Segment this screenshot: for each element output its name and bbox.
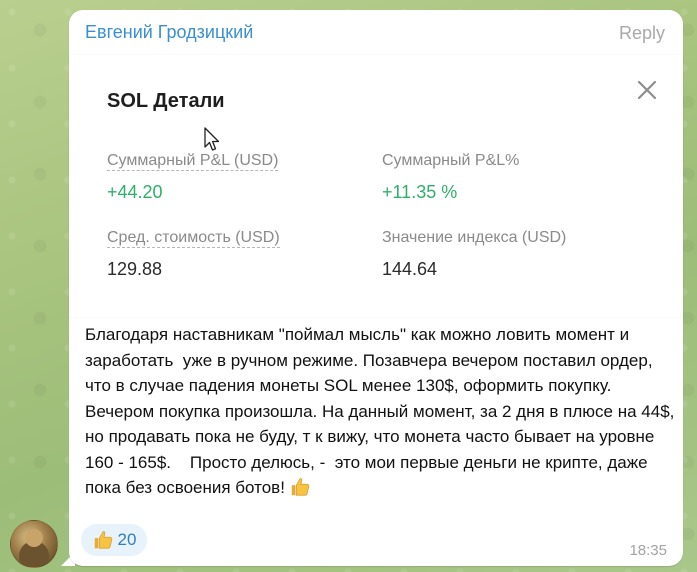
screenshot-card: SOL Детали Суммарный P&L (USD) +44.20 Су… bbox=[69, 55, 683, 317]
avatar[interactable] bbox=[10, 520, 58, 568]
reaction-count: 20 bbox=[117, 530, 137, 549]
mouse-cursor-icon bbox=[204, 127, 220, 151]
message-text-block: Благодаря наставникам "поймал мысль" как… bbox=[85, 322, 675, 501]
sender-name[interactable]: Евгений Гродзицкий bbox=[85, 22, 253, 43]
pnl-label: Суммарный P&L (USD) bbox=[107, 152, 279, 171]
reaction-button[interactable]: 20 bbox=[81, 524, 147, 556]
message-time: 18:35 bbox=[629, 542, 667, 559]
avg-cost-value: 129.88 bbox=[107, 259, 163, 279]
pnl-percent-label: Суммарный P&L% bbox=[382, 152, 520, 169]
avg-cost-label: Сред. стоимость (USD) bbox=[107, 229, 280, 248]
close-icon[interactable] bbox=[635, 78, 659, 102]
thumbs-up-icon bbox=[291, 478, 310, 496]
reply-button[interactable]: Reply bbox=[619, 23, 665, 44]
message-bubble: Евгений Гродзицкий Reply SOL Детали Сумм… bbox=[69, 10, 683, 566]
message-text: Благодаря наставникам "поймал мысль" как… bbox=[85, 325, 680, 497]
index-value-label: Значение индекса (USD) bbox=[382, 229, 567, 246]
card-title: SOL Детали bbox=[107, 90, 225, 112]
index-value: 144.64 bbox=[382, 259, 438, 279]
pnl-percent-value: +11.35 % bbox=[382, 182, 458, 202]
thumbs-up-icon bbox=[94, 531, 112, 549]
pnl-value: +44.20 bbox=[107, 182, 163, 202]
